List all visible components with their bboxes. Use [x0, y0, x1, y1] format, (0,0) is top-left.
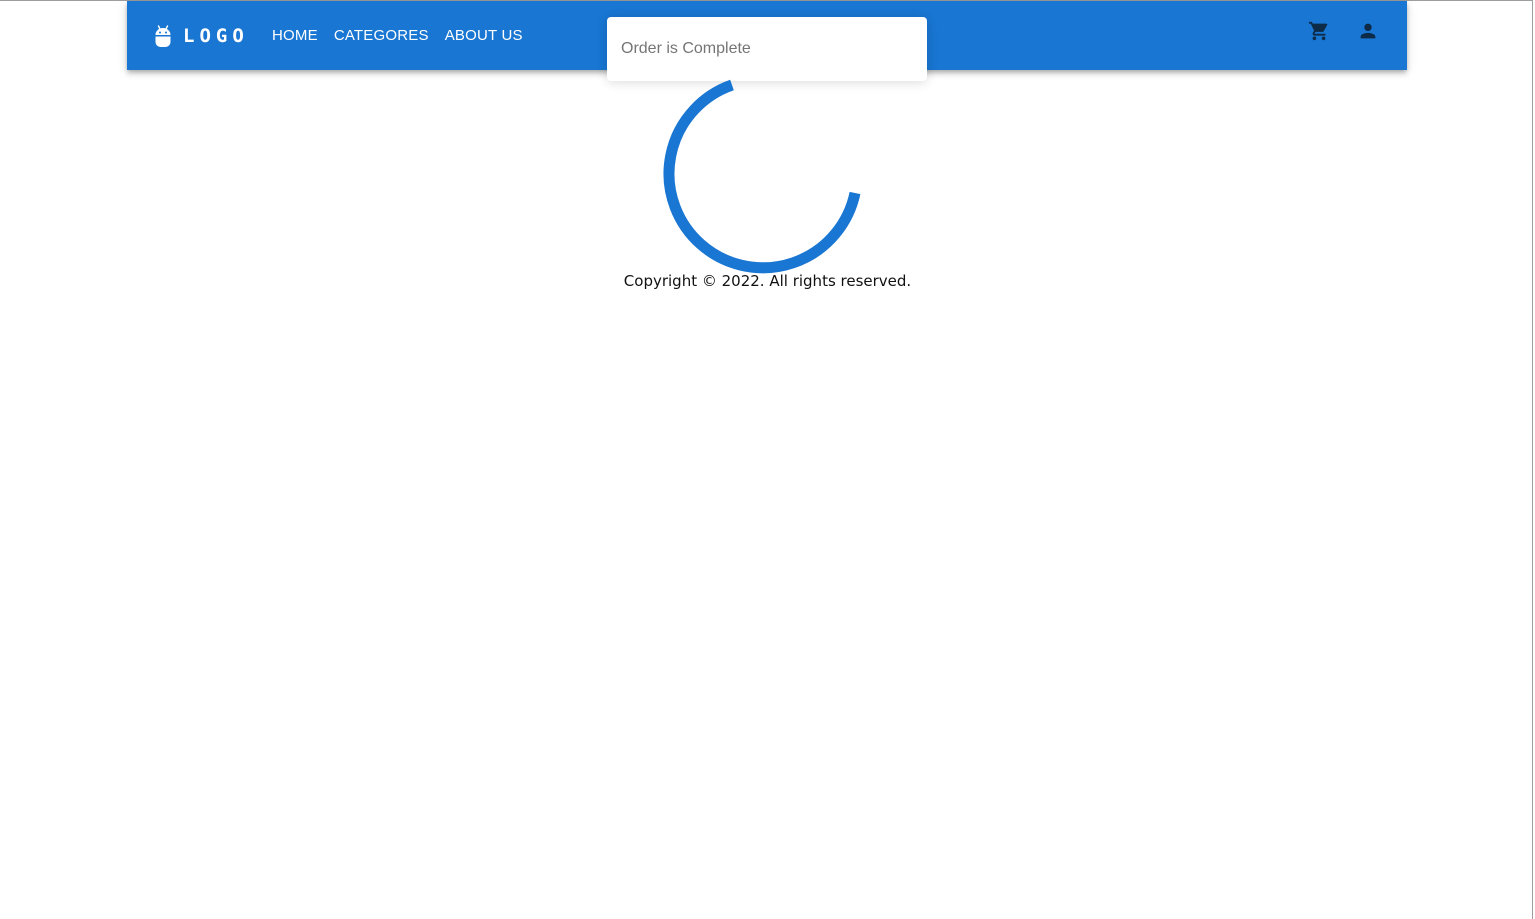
- nav-home[interactable]: HOME: [264, 21, 326, 50]
- shopping-cart-icon: [1308, 21, 1328, 41]
- logo[interactable]: LOGO: [153, 1, 249, 70]
- account-button[interactable]: [1356, 19, 1380, 43]
- toast-message: Order is Complete: [621, 40, 751, 57]
- logo-text: LOGO: [183, 24, 249, 47]
- main-nav: HOME CATEGORES ABOUT US: [264, 1, 531, 70]
- person-icon: [1360, 23, 1376, 39]
- copyright-text: Copyright © 2022. All rights reserved.: [623, 272, 912, 290]
- spinner-arc: [663, 79, 861, 274]
- loading-spinner: [662, 65, 872, 275]
- nav-categories[interactable]: CATEGORES: [326, 21, 437, 50]
- android-icon: [153, 24, 173, 47]
- nav-about-us[interactable]: ABOUT US: [437, 21, 531, 50]
- cart-button[interactable]: [1307, 19, 1331, 43]
